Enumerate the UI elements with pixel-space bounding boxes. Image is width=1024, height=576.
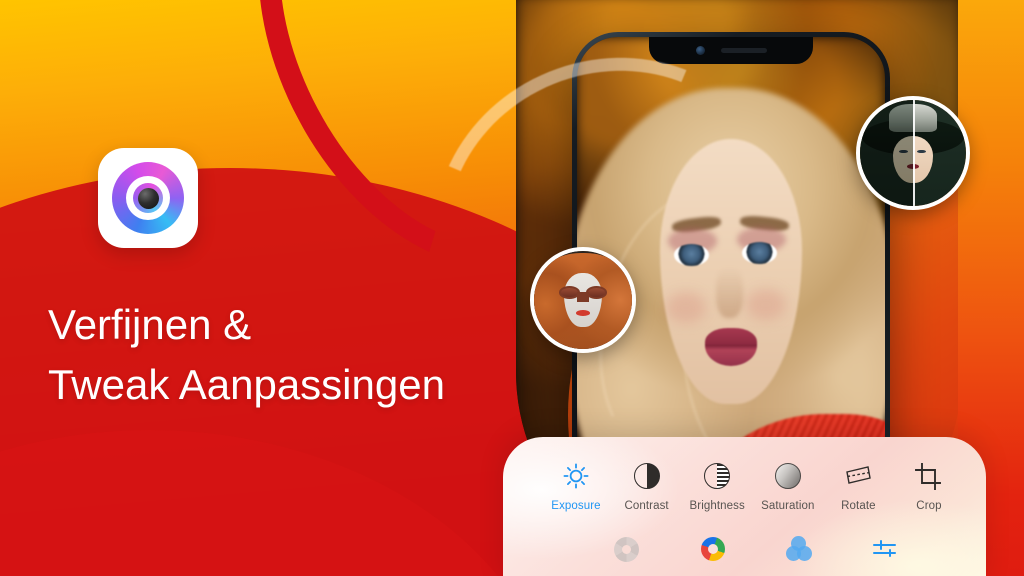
lens-aperture-dot — [137, 187, 159, 209]
saturation-gradient-circle-icon — [774, 461, 801, 491]
front-camera-icon — [695, 46, 705, 55]
tool-saturation-label: Saturation — [761, 500, 815, 512]
crop-icon — [915, 461, 942, 491]
toolbar-primary-row: Exposure Contrast Brightness Saturation — [503, 437, 986, 512]
sun-exposure-icon — [562, 461, 590, 491]
toolbar-secondary-row — [503, 534, 986, 564]
phone-notch — [649, 37, 813, 64]
tool-crop[interactable]: Crop — [894, 461, 964, 512]
tool-brightness-label: Brightness — [689, 500, 745, 512]
contrast-half-circle-icon — [633, 461, 660, 491]
sunglass-lens-right — [585, 286, 607, 299]
tool-contrast[interactable]: Contrast — [612, 461, 682, 512]
thumb-sunglasses-image — [534, 251, 632, 349]
thumb-split-divider — [913, 100, 915, 206]
adjust-sliders-icon[interactable] — [870, 534, 900, 564]
lens-inner-ring — [133, 183, 163, 213]
aperture-icon[interactable] — [612, 534, 642, 564]
tool-contrast-label: Contrast — [624, 500, 669, 512]
tool-brightness[interactable]: Brightness — [682, 461, 752, 512]
sunglass-bridge — [577, 292, 589, 302]
headline-line-1: Verfijnen & — [48, 301, 252, 348]
tool-rotate[interactable]: Rotate — [823, 461, 893, 512]
rotate-icon — [843, 461, 873, 491]
color-wheel-icon[interactable] — [698, 534, 728, 564]
editor-toolbar: Exposure Contrast Brightness Saturation — [503, 437, 986, 576]
headline-line-2: Tweak Aanpassingen — [48, 360, 445, 408]
tool-exposure-label: Exposure — [551, 500, 601, 512]
camera-lens-icon — [112, 162, 184, 234]
promo-banner: Exposure Contrast Brightness Saturation — [0, 0, 1024, 576]
thumb-woman-hat[interactable] — [856, 96, 970, 210]
thumb-sun-lips — [576, 309, 590, 316]
app-logo — [98, 148, 198, 248]
tool-crop-label: Crop — [916, 500, 942, 512]
lens-white-ring — [126, 176, 170, 220]
brightness-striped-icon — [704, 461, 731, 491]
color-mix-venn-icon[interactable] — [784, 534, 814, 564]
thumb-before-overlay — [860, 100, 913, 206]
page-title: Verfijnen & Tweak Aanpassingen — [48, 295, 518, 414]
tool-exposure[interactable]: Exposure — [541, 461, 611, 512]
thumb-woman-sunglasses[interactable] — [530, 247, 636, 353]
earpiece-speaker-icon — [720, 48, 767, 53]
thumb-hat-image — [860, 100, 966, 206]
tool-rotate-label: Rotate — [841, 500, 876, 512]
tool-saturation[interactable]: Saturation — [753, 461, 823, 512]
